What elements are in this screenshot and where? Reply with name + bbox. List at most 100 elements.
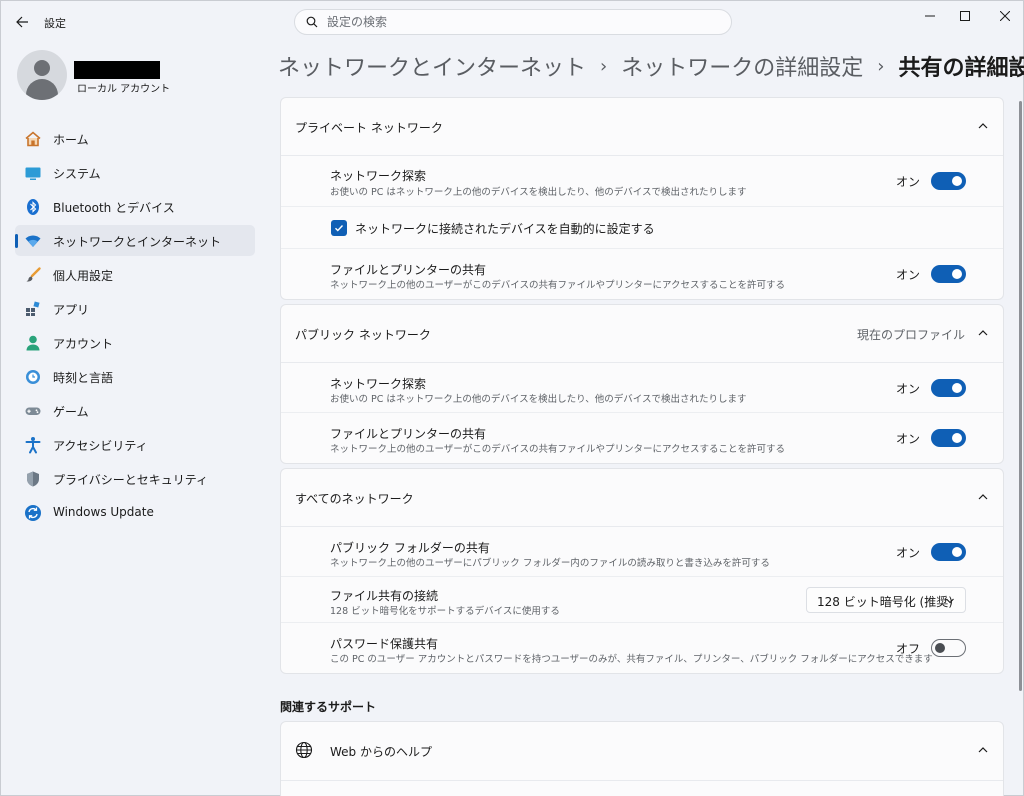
public-folder-toggle[interactable]: オン — [896, 543, 966, 561]
toggle-switch[interactable] — [931, 379, 966, 397]
encryption-dropdown[interactable]: 128 ビット暗号化 (推奨) — [806, 587, 966, 613]
sidebar-item-apps[interactable]: アプリ — [15, 293, 255, 324]
scrollbar[interactable] — [1019, 101, 1022, 691]
web-help-label[interactable]: Web からのヘルプ — [330, 743, 432, 760]
public-file-printer-toggle[interactable]: オン — [896, 429, 966, 447]
gamepad-icon — [24, 402, 42, 420]
toggle-switch[interactable] — [931, 639, 966, 657]
toggle-switch[interactable] — [931, 172, 966, 190]
search-input[interactable] — [327, 13, 717, 31]
private-file-printer-row: ファイルとプリンターの共有 ネットワーク上の他のユーザーがこのデバイスの共有ファ… — [281, 249, 1003, 299]
home-icon — [24, 130, 42, 148]
account-icon — [24, 334, 42, 352]
sidebar-item-label: Windows Update — [53, 505, 154, 519]
private-network-header[interactable]: プライベート ネットワーク — [281, 98, 1003, 156]
maximize-icon — [960, 11, 970, 21]
chevron-down-icon — [946, 598, 954, 604]
network-icon — [24, 232, 42, 250]
breadcrumb-advanced-network[interactable]: ネットワークの詳細設定 — [621, 50, 863, 82]
sidebar-item-personalization[interactable]: 個人用設定 — [15, 259, 255, 290]
maximize-button[interactable] — [945, 1, 985, 31]
avatar — [17, 50, 67, 100]
password-sharing-toggle[interactable]: オフ — [896, 639, 966, 657]
public-network-card: パブリック ネットワーク 現在のプロファイル ネットワーク探索 お使いの PC … — [280, 304, 1004, 464]
toggle-switch[interactable] — [931, 265, 966, 283]
sidebar-item-label: ネットワークとインターネット — [53, 235, 222, 249]
public-folder-row: パブリック フォルダーの共有 ネットワーク上の他のユーザーにパブリック フォルダ… — [281, 527, 1003, 577]
public-discovery-row: ネットワーク探索 お使いの PC はネットワーク上の他のデバイスを検出したり、他… — [281, 363, 1003, 413]
setting-title: ファイルとプリンターの共有 — [330, 263, 487, 277]
auto-setup-row: ネットワークに接続されたデバイスを自動的に設定する — [281, 207, 1003, 249]
toggle-state-label: オフ — [895, 641, 920, 656]
username-redacted — [74, 61, 160, 79]
toggle-switch[interactable] — [931, 429, 966, 447]
setting-title: ファイル共有の接続 — [330, 589, 439, 603]
private-discovery-toggle[interactable]: オン — [896, 172, 966, 190]
page-title: 共有の詳細設定 — [898, 56, 1024, 81]
setting-title: ネットワーク探索 — [330, 377, 427, 391]
sidebar-item-label: 個人用設定 — [53, 269, 114, 283]
sidebar-item-accounts[interactable]: アカウント — [15, 327, 255, 358]
shield-icon — [24, 470, 42, 488]
search-box[interactable] — [294, 9, 732, 35]
sidebar-item-label: システム — [53, 167, 101, 181]
setting-description: お使いの PC はネットワーク上の他のデバイスを検出したり、他のデバイスで検出さ… — [330, 187, 747, 198]
private-file-printer-toggle[interactable]: オン — [896, 265, 966, 283]
sidebar-item-label: 時刻と言語 — [53, 371, 114, 385]
sidebar-item-gaming[interactable]: ゲーム — [15, 395, 255, 426]
auto-setup-checkbox[interactable] — [331, 220, 347, 236]
sidebar-item-label: Bluetooth とデバイス — [53, 201, 175, 215]
setting-description: この PC のユーザー アカウントとパスワードを持つユーザーのみが、共有ファイル… — [330, 654, 933, 665]
breadcrumb-network[interactable]: ネットワークとインターネット — [278, 50, 586, 82]
chevron-up-icon[interactable] — [977, 744, 989, 756]
arrow-left-icon — [16, 16, 28, 28]
password-sharing-row: パスワード保護共有 この PC のユーザー アカウントとパスワードを持つユーザー… — [281, 623, 1003, 673]
sidebar-item-bluetooth[interactable]: Bluetooth とデバイス — [15, 191, 255, 222]
checkmark-icon — [335, 225, 344, 232]
time-language-icon — [24, 368, 42, 386]
back-button[interactable] — [9, 10, 35, 34]
chevron-up-icon — [978, 330, 988, 336]
settings-content: プライベート ネットワーク ネットワーク探索 お使いの PC はネットワーク上の… — [280, 97, 1004, 678]
private-discovery-row: ネットワーク探索 お使いの PC はネットワーク上の他のデバイスを検出したり、他… — [281, 156, 1003, 207]
minimize-button[interactable] — [910, 1, 950, 31]
sidebar-item-accessibility[interactable]: アクセシビリティ — [15, 429, 255, 460]
sidebar-item-system[interactable]: システム — [15, 157, 255, 188]
setting-title: パスワード保護共有 — [330, 637, 439, 651]
toggle-state-label: オン — [895, 381, 920, 396]
globe-icon — [295, 741, 313, 759]
sidebar-item-network[interactable]: ネットワークとインターネット — [15, 225, 255, 256]
public-network-header[interactable]: パブリック ネットワーク 現在のプロファイル — [281, 305, 1003, 363]
card-title: すべてのネットワーク — [295, 492, 414, 506]
app-title: 設定 — [44, 17, 66, 30]
minimize-icon — [925, 15, 935, 17]
sidebar-item-label: アカウント — [53, 337, 114, 351]
public-discovery-toggle[interactable]: オン — [896, 379, 966, 397]
breadcrumb-separator: › — [877, 55, 885, 77]
system-icon — [24, 164, 42, 182]
account-type: ローカル アカウント — [77, 84, 171, 95]
all-networks-header[interactable]: すべてのネットワーク — [281, 469, 1003, 527]
accessibility-icon — [24, 436, 42, 454]
brush-icon — [24, 266, 42, 284]
setting-title: パブリック フォルダーの共有 — [330, 541, 490, 555]
sidebar-item-time-language[interactable]: 時刻と言語 — [15, 361, 255, 392]
update-icon — [24, 504, 42, 522]
public-file-printer-row: ファイルとプリンターの共有 ネットワーク上の他のユーザーがこのデバイスの共有ファ… — [281, 413, 1003, 463]
sidebar-item-windows-update[interactable]: Windows Update — [15, 497, 255, 528]
apps-icon — [24, 300, 42, 318]
sidebar-nav: ホーム システム Bluetooth とデバイス ネットワークとインターネット … — [15, 123, 255, 531]
toggle-state-label: オン — [895, 545, 920, 560]
close-button[interactable] — [985, 1, 1024, 31]
sidebar-item-home[interactable]: ホーム — [15, 123, 255, 154]
auto-setup-label[interactable]: ネットワークに接続されたデバイスを自動的に設定する — [355, 220, 655, 237]
toggle-state-label: オン — [895, 431, 920, 446]
card-title: プライベート ネットワーク — [295, 121, 443, 135]
setting-title: ネットワーク探索 — [330, 169, 427, 183]
settings-window: 設定 ローカル アカウント ホーム — [0, 0, 1024, 796]
sidebar-item-privacy[interactable]: プライバシーとセキュリティ — [15, 463, 255, 494]
sidebar-item-label: プライバシーとセキュリティ — [53, 473, 209, 487]
title-bar: 設定 — [1, 1, 1024, 43]
file-sharing-connection-row: ファイル共有の接続 128 ビット暗号化をサポートするデバイスに使用する 128… — [281, 577, 1003, 623]
toggle-switch[interactable] — [931, 543, 966, 561]
